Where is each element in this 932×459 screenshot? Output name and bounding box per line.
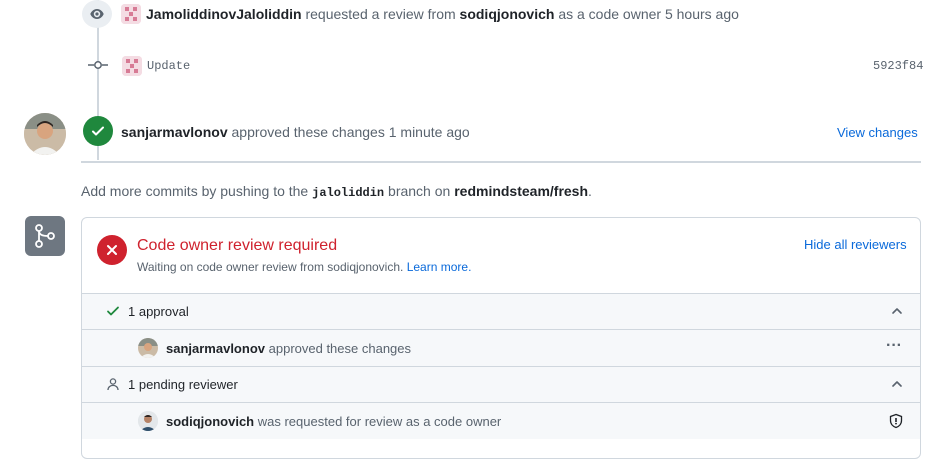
approval-row-text: approved these changes — [268, 341, 412, 356]
pending-header[interactable]: 1 pending reviewer — [82, 366, 920, 402]
commit-icon — [88, 57, 108, 73]
approval-event: sanjarmavlonov approved these changes 1 … — [121, 124, 470, 140]
avatar-large[interactable] — [24, 113, 66, 155]
approval-row: sanjarmavlonov approved these changes ··… — [82, 329, 920, 366]
timeline-divider — [81, 161, 921, 163]
merge-box-title: Code owner review required — [137, 237, 338, 254]
chevron-up-icon[interactable] — [890, 377, 904, 394]
check-icon — [83, 116, 113, 146]
reviewer-link[interactable]: sodiqjonovich — [460, 6, 555, 22]
approval-row-user[interactable]: sanjarmavlonov — [166, 341, 265, 356]
approver-link[interactable]: sanjarmavlonov — [121, 124, 228, 140]
commit-message[interactable]: Update — [147, 59, 190, 73]
view-changes-button[interactable]: View changes — [837, 125, 918, 140]
avatar[interactable] — [138, 411, 158, 431]
hide-reviewers-button[interactable]: Hide all reviewers — [804, 237, 907, 252]
event-text: requested a review from — [305, 6, 456, 22]
pending-row-user[interactable]: sodiqjonovich — [166, 414, 254, 429]
merge-box-subtitle: Waiting on code owner review from sodiqj… — [137, 260, 404, 274]
approvals-header[interactable]: 1 approval — [82, 293, 920, 329]
approval-text: approved these changes 1 minute ago — [231, 124, 470, 140]
commit-sha[interactable]: 5923f84 — [873, 59, 923, 73]
x-circle-icon — [97, 235, 127, 265]
pending-header-label: 1 pending reviewer — [128, 377, 238, 392]
pending-row: sodiqjonovich was requested for review a… — [82, 402, 920, 439]
kebab-menu-icon[interactable]: ··· — [886, 337, 902, 355]
chevron-up-icon[interactable] — [890, 304, 904, 321]
eye-icon — [82, 0, 112, 28]
push-hint-middle: branch on — [388, 183, 451, 199]
merge-box-subtitle-wrap: Waiting on code owner review from sodiqj… — [137, 260, 471, 274]
avatar[interactable] — [121, 4, 141, 24]
approval-row-text-wrap: sanjarmavlonov approved these changes — [166, 341, 411, 356]
push-hint: Add more commits by pushing to the jalol… — [81, 183, 592, 200]
event-suffix: as a code owner 5 hours ago — [558, 6, 739, 22]
shield-lock-icon — [888, 413, 904, 432]
repo-link[interactable]: redmindsteam/fresh — [454, 183, 588, 199]
merge-box: Code owner review required Waiting on co… — [81, 217, 921, 459]
actor-link[interactable]: JamoliddinovJaloliddin — [146, 6, 302, 22]
pending-row-text: was requested for review as a code owner — [257, 414, 502, 429]
pending-row-text-wrap: sodiqjonovich was requested for review a… — [166, 414, 501, 429]
avatar[interactable] — [138, 338, 158, 358]
approvals-header-label: 1 approval — [128, 304, 189, 319]
push-hint-prefix: Add more commits by pushing to the — [81, 183, 309, 199]
learn-more-link[interactable]: Learn more. — [407, 260, 472, 274]
person-icon — [106, 377, 120, 394]
check-icon — [106, 304, 120, 321]
commit-avatar[interactable] — [122, 56, 142, 76]
branch-name[interactable]: jaloliddin — [312, 186, 384, 200]
git-merge-icon — [25, 216, 65, 256]
push-hint-end: . — [588, 183, 592, 199]
review-request-event: JamoliddinovJaloliddin requested a revie… — [146, 6, 739, 22]
